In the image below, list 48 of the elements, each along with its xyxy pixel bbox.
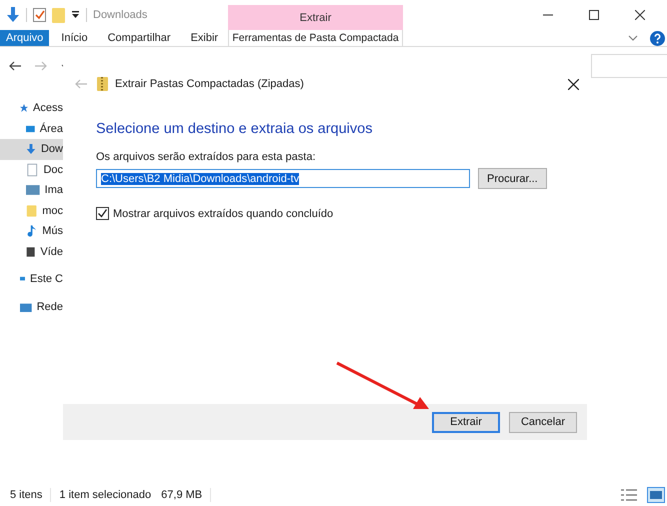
selection-info: 1 item selecionado [59, 489, 152, 501]
properties-icon[interactable] [33, 8, 46, 22]
nav-item[interactable]: Rede [0, 296, 63, 317]
maximize-icon[interactable] [589, 10, 599, 20]
nav-icon [26, 244, 36, 259]
nav-item[interactable]: Mús [0, 221, 63, 242]
checkbox-label: Mostrar arquivos extraídos quando concluído [113, 208, 334, 220]
close-icon[interactable] [568, 78, 579, 90]
nav-icon [26, 204, 38, 218]
ribbon-tab[interactable]: Exibir [180, 30, 228, 46]
nav-item[interactable]: Víde [0, 242, 63, 262]
field-label: Os arquivos serão extraídos para esta pasta: [96, 151, 317, 163]
zip-folder-icon [97, 77, 108, 91]
browse-button[interactable]: Procurar... [478, 168, 547, 189]
close-icon[interactable] [635, 10, 645, 20]
download-icon[interactable] [6, 7, 20, 23]
item-count: 5 itens [10, 489, 42, 501]
nav-icon [26, 162, 38, 177]
nav-icon [26, 183, 40, 198]
large-icons-view-icon[interactable] [647, 487, 665, 503]
context-tab-group: Extrair [228, 5, 403, 30]
back-arrow-icon[interactable] [9, 61, 21, 71]
window-title: Downloads [93, 9, 148, 21]
nav-item[interactable]: Ima [0, 180, 63, 200]
checkbox[interactable] [96, 207, 109, 220]
cancel-button[interactable]: Cancelar [509, 412, 577, 432]
chevron-icon[interactable] [628, 35, 638, 41]
dialog-heading: Selecione um destino e extraia os arquivos [96, 121, 374, 137]
size-info: 67,9 MB [161, 489, 202, 501]
ribbon-tab[interactable]: Início [51, 30, 98, 46]
nav-item[interactable]: Acess [0, 98, 63, 118]
extract-button[interactable]: Extrair [432, 412, 500, 432]
search-field[interactable] [591, 54, 667, 78]
nav-item[interactable]: Área [0, 118, 63, 139]
nav-icon [26, 224, 38, 238]
path-field[interactable]: C:\Users\B2 Midia\Downloads\android-tv [96, 169, 470, 188]
dropdown-icon[interactable] [71, 11, 80, 19]
ribbon-tab[interactable]: Compartilhar [98, 30, 181, 46]
dialog-title: Extrair Pastas Compactadas (Zipadas) [115, 78, 304, 90]
details-view-icon[interactable] [621, 489, 637, 501]
nav-item[interactable]: Dow [0, 139, 63, 160]
nav-item[interactable]: Doc [0, 160, 63, 180]
ribbon-tab[interactable]: Arquivo [0, 30, 50, 46]
ribbon-tab[interactable]: Ferramentas de Pasta Compactada [228, 30, 403, 46]
nav-icon [26, 142, 36, 156]
nav-item[interactable]: moc [0, 200, 63, 221]
help-icon[interactable] [650, 30, 665, 46]
nav-item[interactable]: Este C [0, 269, 63, 290]
